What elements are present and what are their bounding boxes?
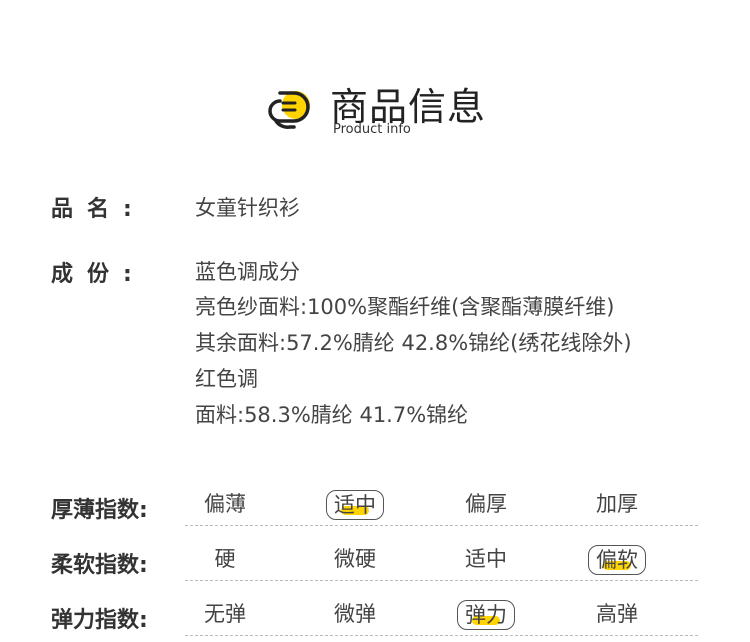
elasticity-option: 无弹 — [204, 602, 246, 626]
elasticity-option-selected: 弹力 — [441, 600, 531, 630]
document-lines-icon — [268, 91, 310, 129]
composition-line: 面料:58.3%腈纶 41.7%锦纶 — [195, 403, 469, 427]
softness-option-selected: 偏软 — [572, 545, 662, 575]
elasticity-index-row: 弹力指数: 无弹 微弹 弹力 高弹 — [0, 594, 750, 640]
thickness-option: 偏薄 — [204, 492, 246, 516]
thickness-option: 偏厚 — [465, 492, 507, 516]
elasticity-option: 高弹 — [596, 602, 638, 626]
row-divider — [185, 580, 698, 581]
elasticity-option: 微弹 — [334, 602, 376, 626]
thickness-index-label: 厚薄指数: — [51, 498, 148, 523]
composition-line: 蓝色调成分 — [195, 260, 300, 284]
elasticity-index-label: 弹力指数: — [51, 608, 148, 633]
softness-option: 硬 — [214, 547, 236, 571]
row-divider — [185, 635, 698, 636]
softness-index-label: 柔软指数: — [51, 553, 148, 578]
composition-line: 红色调 — [195, 367, 258, 391]
section-header: 商品信息 Product info — [266, 78, 526, 138]
composition-line: 其余面料:57.2%腈纶 42.8%锦纶(绣花线除外) — [195, 331, 632, 355]
thickness-option-selected: 适中 — [310, 490, 400, 520]
product-name-label: 品名: — [51, 197, 146, 222]
composition-line: 亮色纱面料:100%聚酯纤维(含聚酯薄膜纤维) — [195, 295, 615, 319]
page-subtitle: Product info — [333, 122, 411, 137]
softness-option: 适中 — [465, 547, 507, 571]
thickness-index-row: 厚薄指数: 偏薄 适中 偏厚 加厚 — [0, 484, 750, 530]
softness-index-row: 柔软指数: 硬 微硬 适中 偏软 — [0, 539, 750, 585]
thickness-option: 加厚 — [596, 492, 638, 516]
product-name-value: 女童针织衫 — [195, 196, 300, 220]
row-divider — [185, 525, 698, 526]
composition-label: 成份: — [51, 262, 146, 287]
softness-option: 微硬 — [334, 547, 376, 571]
